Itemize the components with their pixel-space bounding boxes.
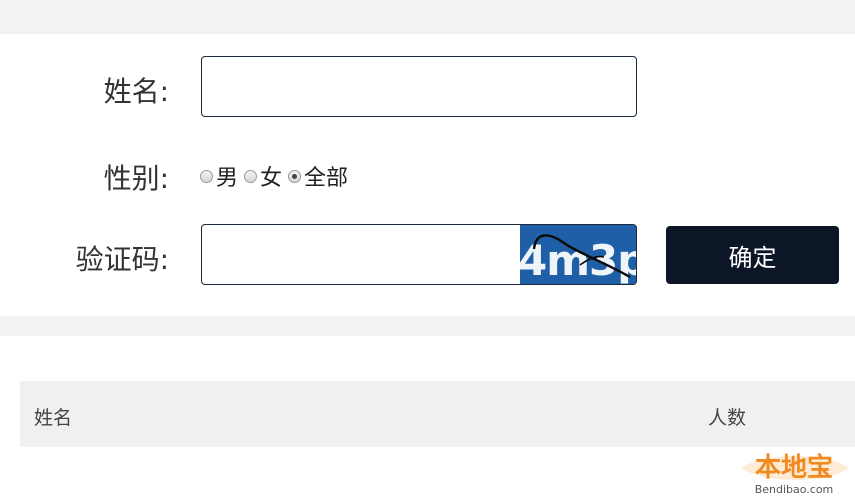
captcha-text: 4m3p — [520, 236, 636, 284]
top-band — [0, 0, 855, 34]
gender-radio-group: 男 女 全部 — [200, 160, 354, 192]
separator-band — [0, 316, 855, 336]
bendibao-watermark: 本地宝 Bendibao.com — [735, 446, 853, 498]
radio-button[interactable] — [244, 169, 258, 183]
confirm-button[interactable]: 确定 — [666, 226, 839, 284]
name-label: 姓名: — [103, 75, 169, 108]
gender-label: 性别: — [103, 162, 169, 195]
gender-option-male[interactable]: 男 — [200, 160, 238, 192]
table-header: 姓名 人数 — [20, 381, 855, 447]
watermark-logo-text: 本地宝 — [755, 452, 833, 483]
gender-option-female[interactable]: 女 — [244, 160, 282, 192]
name-input[interactable] — [201, 56, 637, 117]
radio-label: 女 — [260, 166, 283, 191]
column-header-count: 人数 — [708, 407, 747, 429]
watermark-site: Bendibao.com — [755, 483, 834, 496]
captcha-image[interactable]: 4m3p — [520, 225, 636, 284]
gender-option-all[interactable]: 全部 — [288, 160, 348, 192]
column-header-name: 姓名 — [34, 407, 73, 429]
radio-button[interactable] — [200, 169, 213, 183]
radio-label: 全部 — [304, 166, 349, 191]
captcha-label: 验证码: — [75, 243, 169, 276]
query-page: 姓名: 性别: 男 女 全部 验证码: 4m3p 确定 姓名 人数 本地宝 Be… — [0, 0, 855, 500]
radio-label: 男 — [216, 166, 239, 191]
radio-button-selected[interactable] — [288, 169, 302, 183]
